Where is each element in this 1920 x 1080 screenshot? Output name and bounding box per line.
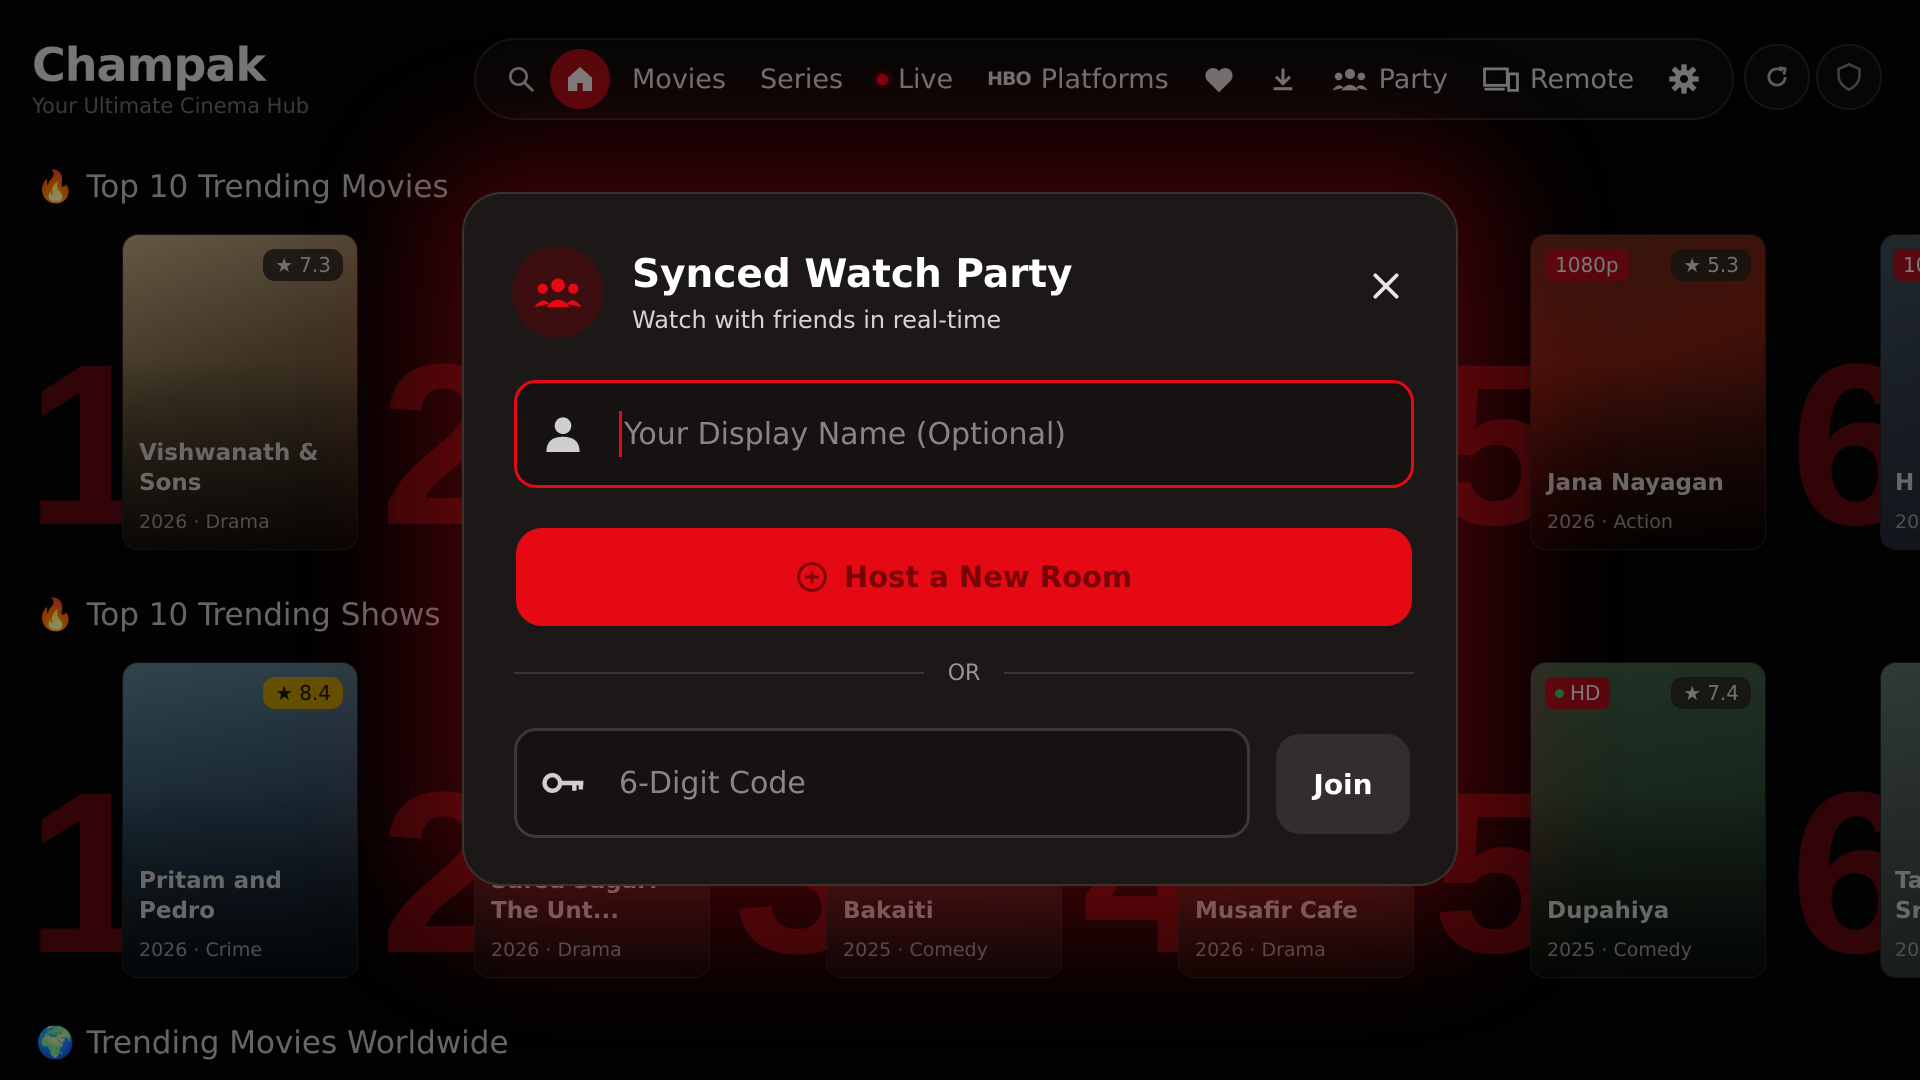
display-name-input[interactable] [622, 415, 1411, 453]
or-label: OR [947, 660, 981, 686]
divider-line [514, 672, 924, 674]
join-button[interactable]: Join [1276, 734, 1410, 834]
party-group-icon [512, 246, 604, 338]
room-code-field[interactable] [514, 728, 1250, 838]
person-icon [543, 416, 583, 452]
add-circle-icon [797, 562, 827, 592]
divider-line [1004, 672, 1415, 674]
display-name-field[interactable] [514, 380, 1414, 488]
room-code-input[interactable] [617, 764, 1247, 802]
modal-subtitle: Watch with friends in real-time [632, 306, 1002, 334]
watch-party-modal: Synced Watch Party Watch with friends in… [462, 192, 1458, 886]
host-room-button[interactable]: Host a New Room [516, 528, 1412, 626]
key-icon [541, 770, 587, 796]
modal-title: Synced Watch Party [632, 252, 1073, 297]
or-divider: OR [514, 658, 1415, 688]
host-room-label: Host a New Room [843, 560, 1133, 594]
close-icon[interactable] [1360, 260, 1412, 312]
